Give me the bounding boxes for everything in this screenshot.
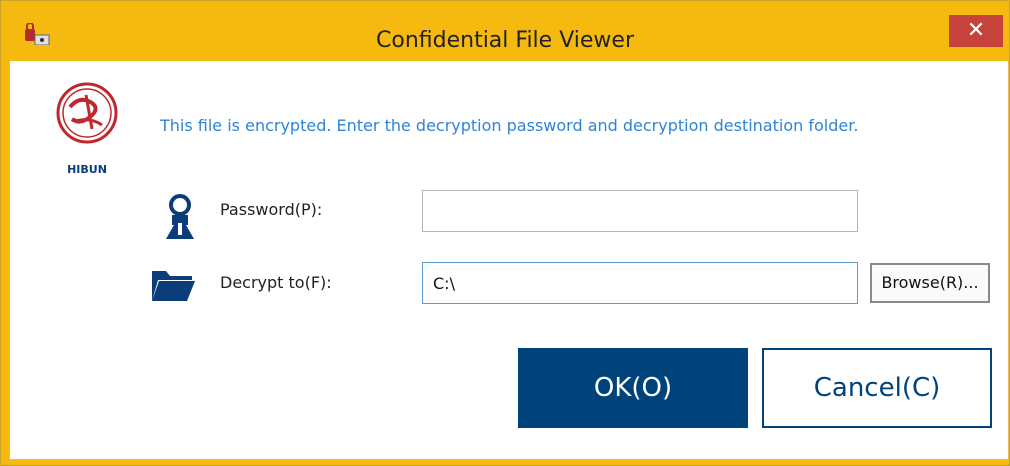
ok-button[interactable]: OK(O) (518, 348, 748, 428)
cancel-button[interactable]: Cancel(C) (762, 348, 992, 428)
close-button[interactable]: ✕ (949, 15, 1003, 47)
folder-icon (152, 271, 195, 301)
password-label: Password(P): (220, 200, 323, 219)
dialog-window: Confidential File Viewer ✕ HIBUN This fi… (0, 0, 1010, 466)
instruction-message: This file is encrypted. Enter the decryp… (160, 116, 859, 135)
hibun-logo: HIBUN (56, 82, 118, 176)
password-input[interactable] (422, 190, 858, 232)
close-icon: ✕ (966, 18, 986, 43)
logo-brand-text: HIBUN (67, 163, 107, 176)
window-title: Confidential File Viewer (376, 28, 634, 53)
browse-button[interactable]: Browse(R)... (870, 263, 990, 303)
title-bar[interactable]: Confidential File Viewer ✕ (1, 1, 1009, 53)
decrypt-to-label: Decrypt to(F): (220, 273, 332, 292)
dialog-body: HIBUN This file is encrypted. Enter the … (9, 61, 1009, 460)
decrypt-destination-input[interactable] (422, 262, 858, 304)
key-user-icon (166, 194, 194, 239)
